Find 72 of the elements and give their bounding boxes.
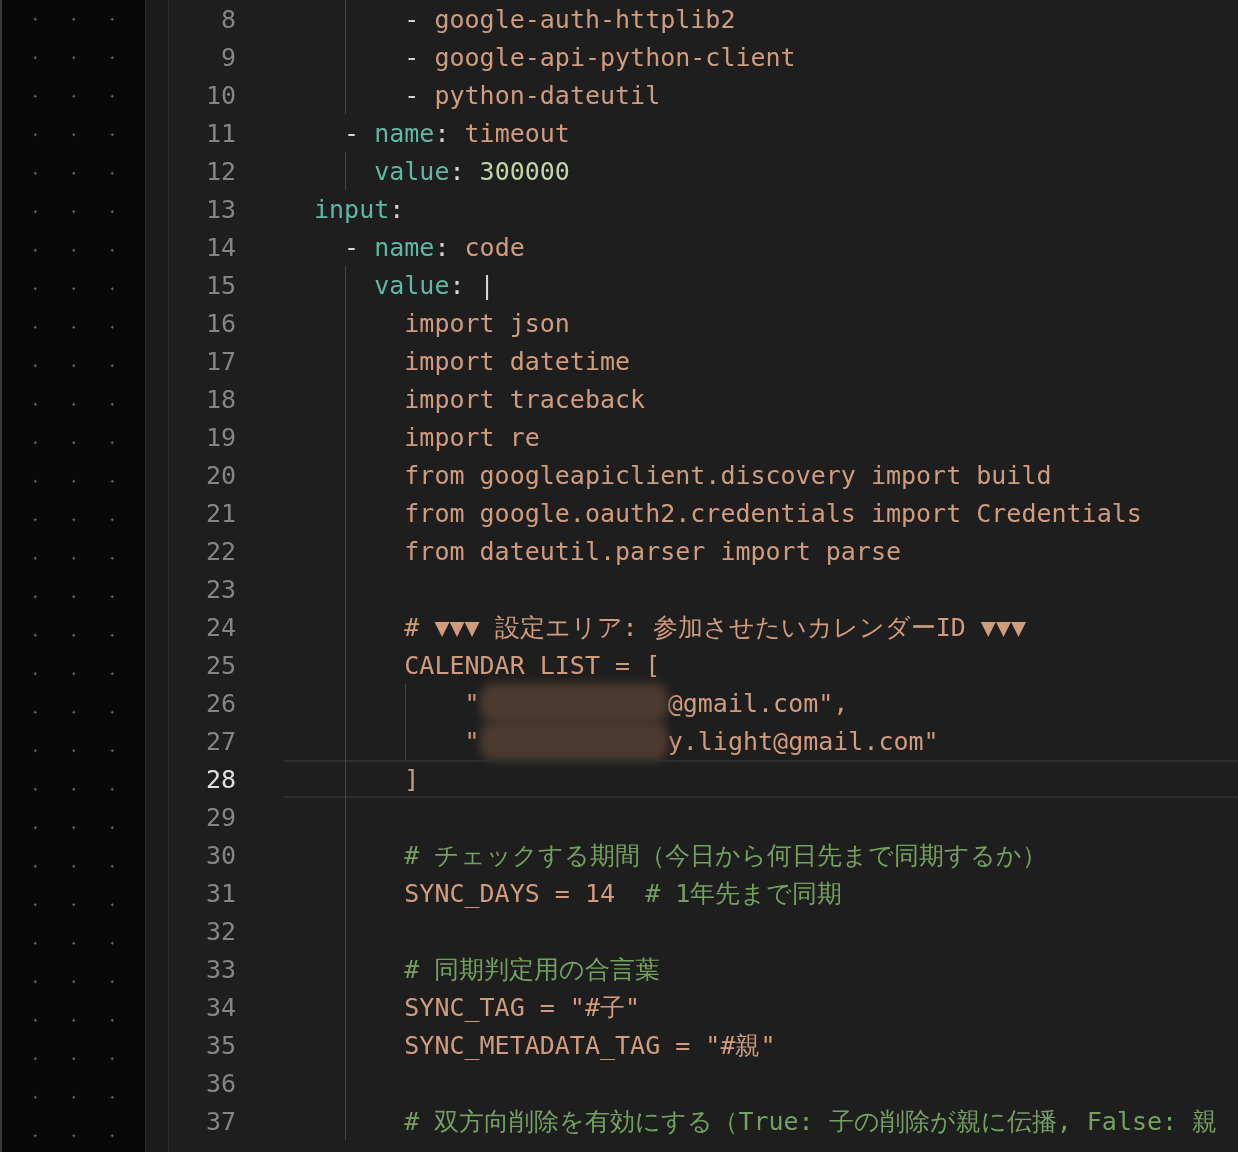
line-number: 23 — [204, 574, 236, 604]
line-number: 25 — [204, 650, 236, 680]
code-token: # 1年先まで同期 — [645, 877, 843, 910]
line-number: 29 — [204, 802, 236, 832]
code-token: @gmail.com", — [667, 688, 849, 718]
code-token: - — [403, 4, 421, 34]
code-token: code — [464, 232, 525, 262]
code-token: # 同期判定用の合言葉 — [403, 953, 661, 986]
line-number: 18 — [204, 384, 236, 414]
line-number: 13 — [204, 194, 236, 224]
code-token: - — [403, 42, 421, 72]
line-number: 11 — [204, 118, 236, 148]
code-token: # ▼▼▼ 設定エリア: 参加させたいカレンダーID ▼▼▼ — [403, 611, 1027, 644]
code-token: y.light@gmail.com" — [667, 726, 939, 756]
code-token: python-dateutil — [434, 80, 661, 110]
code-token: - — [343, 118, 361, 148]
line-number: 16 — [204, 308, 236, 338]
code-token: : — [389, 194, 405, 224]
line-number: 15 — [204, 270, 236, 300]
line-number: 33 — [204, 954, 236, 984]
code-token: " — [463, 688, 480, 718]
line-number: 9 — [219, 42, 236, 72]
line-number: 20 — [204, 460, 236, 490]
code-token: SYNC_DAYS = 14 — [403, 878, 617, 908]
code-token: input — [314, 194, 390, 224]
line-number: 35 — [204, 1030, 236, 1060]
line-number: 14 — [204, 232, 236, 262]
code-token: ] — [403, 764, 420, 794]
line-number: 19 — [204, 422, 236, 452]
line-number: 30 — [204, 840, 236, 870]
line-number: 17 — [204, 346, 236, 376]
code-token: from google.oauth2.credentials import Credentials — [403, 498, 1142, 528]
code-token: import traceback — [403, 384, 646, 414]
code-token: SYNC_METADATA_TAG = "#親" — [403, 1029, 776, 1062]
line-number: 37 — [204, 1106, 236, 1136]
line-number: 10 — [204, 80, 236, 110]
code-token: : — [434, 118, 451, 148]
code-token: import datetime — [403, 346, 631, 376]
code-token: - — [343, 232, 361, 262]
line-number: 28 — [204, 764, 236, 794]
line-number: 31 — [204, 878, 236, 908]
code-token: - — [403, 80, 421, 110]
line-number: 24 — [204, 612, 236, 642]
code-token: google-api-python-client — [434, 42, 796, 72]
line-number: 36 — [204, 1068, 236, 1098]
line-number: 8 — [219, 4, 236, 34]
code-token: import re — [403, 422, 540, 452]
code-token: : — [434, 232, 451, 262]
code-token: google-auth-httplib2 — [434, 4, 736, 34]
line-number: 21 — [204, 498, 236, 528]
line-number: 22 — [204, 536, 236, 566]
line-number: 32 — [204, 916, 236, 946]
code-token: # 双方向削除を有効にする（True: 子の削除が親に伝播, False: 親 — [403, 1105, 1218, 1138]
line-number: 26 — [204, 688, 236, 718]
code-token: from googleapiclient.discovery import build — [403, 460, 1052, 490]
code-token: : — [449, 156, 466, 186]
code-token: name — [374, 232, 435, 262]
line-number: 12 — [204, 156, 236, 186]
code-token: " — [463, 726, 480, 756]
code-token: # チェックする期間（今日から何日先まで同期するか） — [403, 839, 1048, 872]
code-token: timeout — [464, 118, 570, 148]
line-number: 27 — [204, 726, 236, 756]
line-number: 34 — [204, 992, 236, 1022]
code-token: name — [374, 118, 435, 148]
code-token: CALENDAR LIST = [ — [403, 650, 661, 680]
code-token: 300000 — [479, 156, 570, 186]
code-token: value — [373, 270, 450, 300]
code-token: from dateutil.parser import parse — [403, 536, 901, 566]
code-token: import json — [403, 308, 570, 338]
code-token: SYNC_TAG = "#子" — [403, 991, 641, 1024]
code-token: value — [373, 156, 450, 186]
code-token: : | — [449, 270, 495, 300]
